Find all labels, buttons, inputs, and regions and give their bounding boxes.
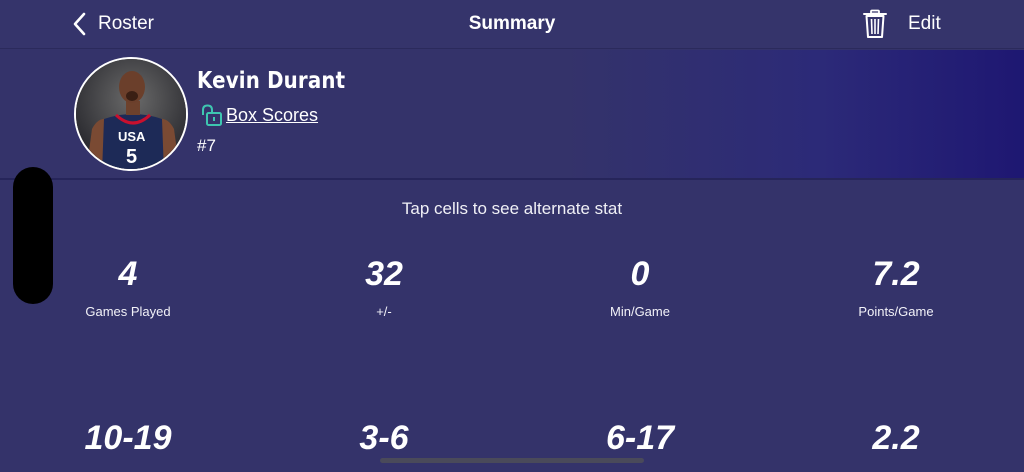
navigation-bar: Roster Summary Edit bbox=[0, 0, 1024, 49]
stat-cell[interactable]: 2.2 bbox=[768, 418, 1024, 458]
stat-value: 4 bbox=[118, 255, 138, 293]
stat-value: 3-6 bbox=[359, 419, 409, 457]
stat-cell-plus-minus[interactable]: 32 +/- bbox=[256, 254, 512, 319]
stat-label: Games Played bbox=[85, 304, 171, 319]
photo-jersey-number: 5 bbox=[126, 146, 137, 168]
jersey-number: #7 bbox=[197, 136, 216, 155]
stat-value: 6-17 bbox=[605, 419, 675, 457]
stat-value: 32 bbox=[365, 255, 403, 293]
hint-text: Tap cells to see alternate stat bbox=[401, 199, 623, 218]
stat-value: 2.2 bbox=[872, 419, 920, 457]
unlock-icon bbox=[202, 104, 222, 126]
home-indicator[interactable] bbox=[380, 458, 644, 463]
player-photo: USA 5 bbox=[76, 59, 186, 169]
stat-cell-games-played[interactable]: 4 Games Played bbox=[0, 254, 256, 319]
box-scores-label: Box Scores bbox=[226, 104, 319, 125]
player-name: Kevin Durant bbox=[197, 68, 346, 94]
player-header: USA 5 Kevin Durant Box Scores #7 bbox=[0, 50, 1024, 180]
stat-cell[interactable]: 10-19 bbox=[0, 418, 256, 458]
stat-label: Min/Game bbox=[610, 304, 670, 319]
stat-cell-min-game[interactable]: 0 Min/Game bbox=[512, 254, 768, 319]
trash-icon[interactable] bbox=[862, 9, 888, 39]
avatar: USA 5 bbox=[74, 57, 188, 171]
edit-button[interactable]: Edit bbox=[908, 13, 941, 35]
stat-label: Points/Game bbox=[858, 304, 934, 319]
stat-value: 0 bbox=[630, 255, 650, 293]
photo-jersey-text: USA bbox=[118, 129, 146, 144]
stat-cell-points-game[interactable]: 7.2 Points/Game bbox=[768, 254, 1024, 319]
stat-cell[interactable]: 3-6 bbox=[256, 418, 512, 458]
stat-value: 7.2 bbox=[872, 255, 920, 293]
stat-cell[interactable]: 6-17 bbox=[512, 418, 768, 458]
stat-value: 10-19 bbox=[84, 419, 172, 457]
stat-label: +/- bbox=[376, 304, 392, 319]
box-scores-link[interactable]: Box Scores bbox=[200, 104, 318, 126]
